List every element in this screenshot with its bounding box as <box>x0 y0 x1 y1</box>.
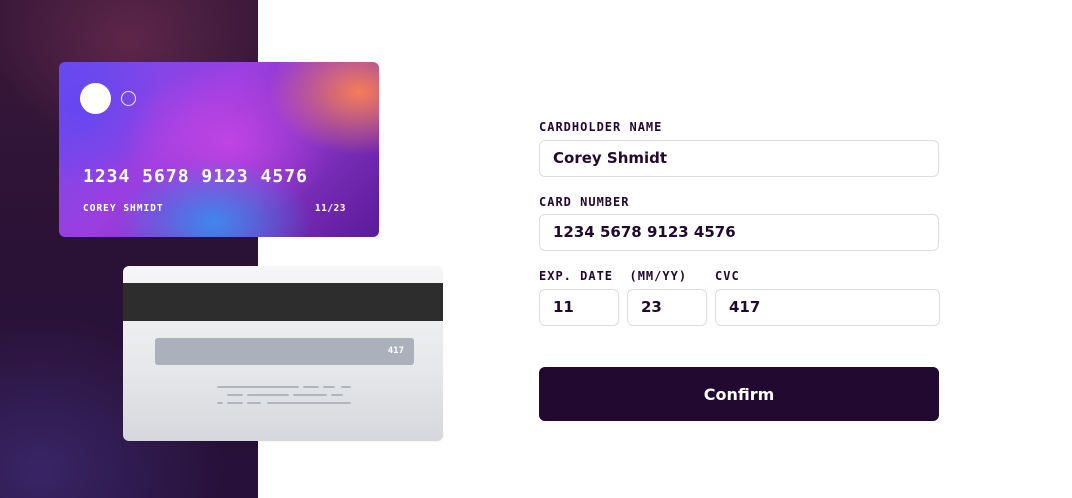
card-back-decorative-lines <box>217 386 357 410</box>
signature-strip: 417 <box>155 338 414 365</box>
card-logo-circle-icon <box>80 83 111 114</box>
card-number-label: CARD NUMBER <box>539 195 630 209</box>
magnetic-stripe <box>123 283 443 321</box>
cardholder-name-display: COREY SHMIDT <box>83 203 164 214</box>
card-logo-ring-icon <box>121 91 136 106</box>
card-number-display: 1234 5678 9123 4576 <box>83 166 308 187</box>
cvc-input[interactable]: 417 <box>715 289 940 326</box>
card-expiry-display: 11/23 <box>314 203 346 214</box>
cardholder-name-label: CARDHOLDER NAME <box>539 120 663 134</box>
exp-year-input[interactable]: 23 <box>627 289 707 326</box>
exp-month-input[interactable]: 11 <box>539 289 619 326</box>
cvc-display: 417 <box>387 346 404 356</box>
card-back-preview: 417 <box>123 266 443 441</box>
cvc-label: CVC <box>715 269 740 283</box>
exp-date-label: EXP. DATE (MM/YY) <box>539 269 688 283</box>
card-number-input[interactable]: 1234 5678 9123 4576 <box>539 214 939 251</box>
confirm-button[interactable]: Confirm <box>539 367 939 421</box>
cardholder-name-input[interactable]: Corey Shmidt <box>539 140 939 177</box>
card-front-preview: 1234 5678 9123 4576 COREY SHMIDT 11/23 <box>59 62 379 237</box>
